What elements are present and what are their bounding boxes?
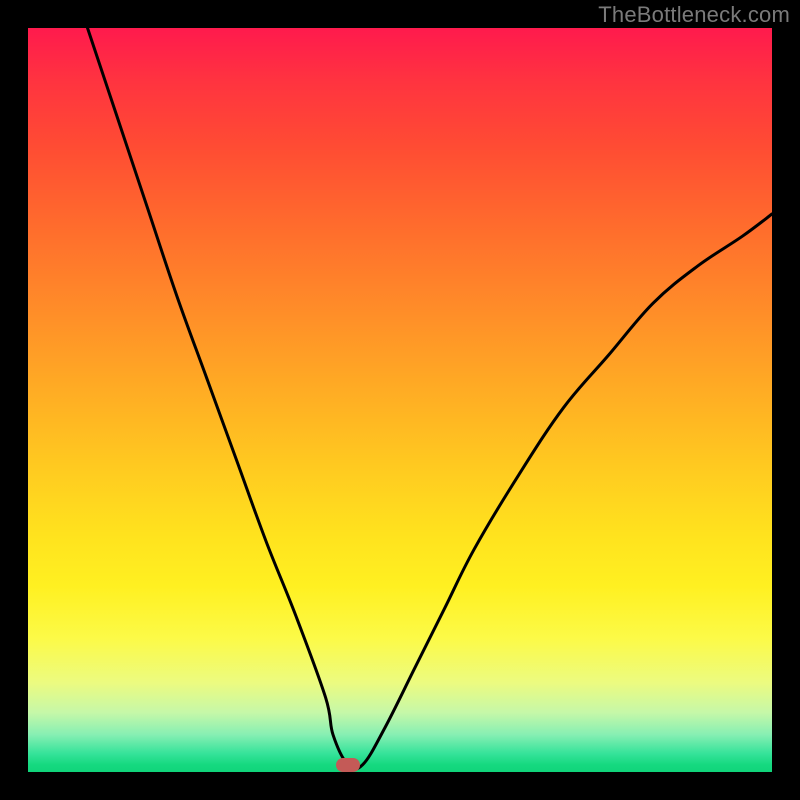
watermark-text: TheBottleneck.com xyxy=(598,2,790,28)
curve-svg xyxy=(28,28,772,772)
plot-area xyxy=(28,28,772,772)
bottleneck-curve xyxy=(88,28,772,769)
figure-root: TheBottleneck.com xyxy=(0,0,800,800)
balance-marker xyxy=(336,758,360,772)
